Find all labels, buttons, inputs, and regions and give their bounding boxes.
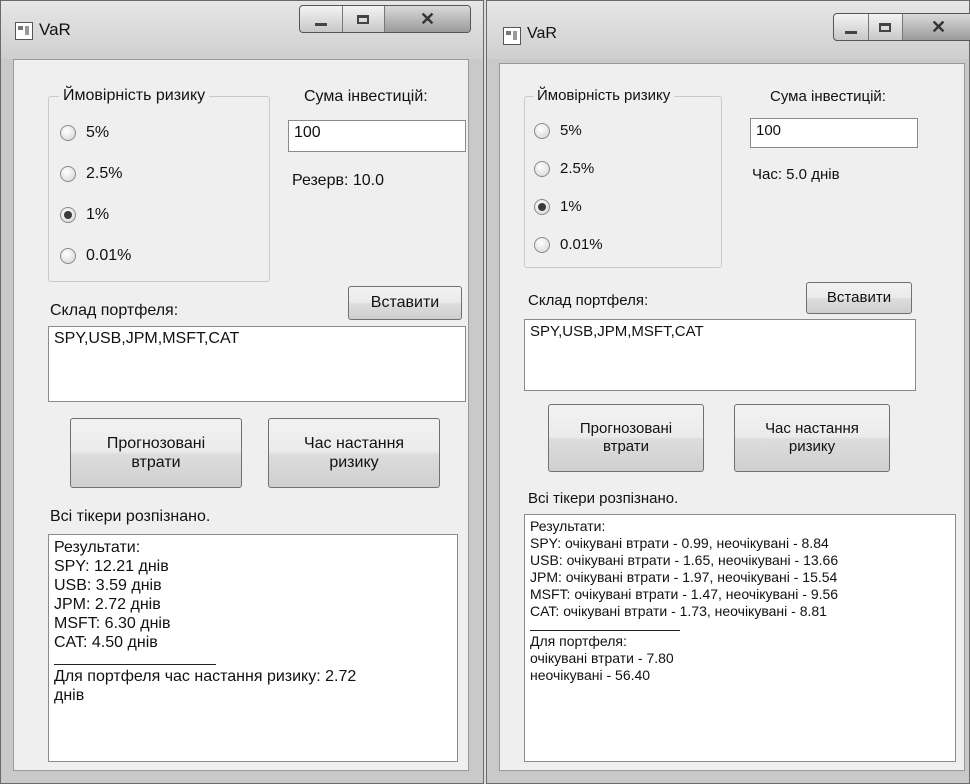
- close-button[interactable]: ✕: [385, 6, 470, 32]
- button-line: Прогнозовані: [106, 434, 206, 452]
- radio-label: 1%: [86, 206, 110, 223]
- radio-risk-2-5[interactable]: 2.5%: [60, 165, 122, 183]
- window-controls: ✕: [833, 13, 970, 41]
- button-line: втрати: [131, 454, 181, 471]
- results-line: Результати:: [530, 518, 606, 534]
- close-icon: ✕: [419, 8, 436, 29]
- minimize-icon: [844, 30, 857, 34]
- window-title: VaR: [39, 20, 71, 39]
- results-summary-line: неочікувані - 56.40: [530, 667, 651, 683]
- paste-button[interactable]: Вставити: [806, 282, 912, 314]
- radio-label: 0.01%: [560, 236, 603, 253]
- results-line: JPM: очікувані втрати - 1.97, неочікуван…: [530, 569, 838, 585]
- window-controls: ✕: [299, 5, 471, 33]
- results-summary-line: Для портфеля час настання ризику: 2.72: [54, 668, 357, 685]
- results-line: MSFT: очікувані втрати - 1.47, неочікува…: [530, 586, 839, 602]
- radio-label: 0.01%: [86, 247, 132, 264]
- close-button[interactable]: ✕: [903, 14, 970, 40]
- radio-risk-1[interactable]: 1%: [534, 198, 582, 215]
- risk-time-button[interactable]: Час настання ризику: [734, 404, 890, 472]
- tickers-status: Всі тікери розпізнано.: [50, 508, 211, 525]
- button-line: втрати: [602, 438, 650, 455]
- button-line: Час настання: [765, 420, 859, 437]
- results-summary-line: днів: [54, 687, 85, 704]
- form-client-area: Ймовірність ризику 5% 2.5% 1% 0.01% Сума…: [499, 63, 965, 771]
- results-summary-line: Для портфеля:: [530, 633, 627, 649]
- maximize-button[interactable]: [869, 14, 904, 40]
- results-output[interactable]: Результати: SPY: 12.21 днів USB: 3.59 дн…: [48, 534, 458, 762]
- investment-label: Сума інвестицій:: [304, 88, 428, 105]
- investment-label: Сума інвестицій:: [770, 88, 886, 105]
- radio-label: 2.5%: [86, 165, 123, 182]
- maximize-icon: [357, 14, 370, 24]
- radio-icon: [534, 236, 550, 253]
- investment-input[interactable]: 100: [750, 118, 918, 148]
- results-line: JPM: 2.72 днів: [54, 596, 161, 613]
- results-line: Результати:: [54, 539, 141, 556]
- minimize-button[interactable]: [300, 6, 343, 32]
- tickers-status: Всі тікери розпізнано.: [528, 490, 679, 507]
- reserve-status: Резерв: 10.0: [292, 172, 384, 189]
- minimize-icon: [314, 22, 327, 26]
- button-line: ризику: [329, 454, 379, 471]
- close-icon: ✕: [930, 16, 947, 37]
- radio-label: 5%: [560, 122, 582, 139]
- results-line: USB: очікувані втрати - 1.65, неочікуван…: [530, 552, 839, 568]
- risk-probability-label: Ймовірність ризику: [533, 87, 675, 104]
- forecast-losses-button[interactable]: Прогнозовані втрати: [70, 418, 242, 488]
- paste-button-label: Вставити: [370, 294, 440, 312]
- app-icon: [15, 22, 33, 40]
- button-line: Час настання: [303, 434, 405, 452]
- title-bar[interactable]: VaR ✕: [1, 1, 483, 59]
- radio-risk-0-01[interactable]: 0.01%: [60, 247, 131, 265]
- results-line: SPY: очікувані втрати - 0.99, неочікуван…: [530, 535, 829, 551]
- radio-icon: [60, 125, 76, 141]
- risk-probability-label: Ймовірність ризику: [59, 87, 210, 105]
- radio-icon: [534, 160, 550, 177]
- radio-risk-2-5[interactable]: 2.5%: [534, 160, 594, 177]
- radio-icon: [60, 166, 76, 182]
- results-line: SPY: 12.21 днів: [54, 558, 169, 575]
- results-line: CAT: очікувані втрати - 1.73, неочікуван…: [530, 603, 827, 619]
- radio-label: 2.5%: [560, 160, 595, 177]
- investment-input[interactable]: 100: [288, 120, 466, 152]
- radio-risk-5[interactable]: 5%: [534, 122, 582, 139]
- results-line: USB: 3.59 днів: [54, 577, 162, 594]
- title-bar[interactable]: VaR ✕: [487, 1, 970, 59]
- radio-label: 5%: [86, 124, 110, 141]
- maximize-icon: [879, 22, 892, 32]
- var-window-right: VaR ✕ Ймовірність ризику 5% 2.5% 1% 0.01…: [486, 0, 970, 784]
- portfolio-label: Склад портфеля:: [50, 302, 179, 319]
- radio-icon: [534, 122, 550, 139]
- app-icon: [503, 27, 521, 45]
- time-status: Час: 5.0 днів: [752, 166, 840, 183]
- button-line: Прогнозовані: [579, 420, 673, 437]
- portfolio-input[interactable]: SPY,USB,JPM,MSFT,CAT: [48, 326, 466, 402]
- forecast-losses-button[interactable]: Прогнозовані втрати: [548, 404, 704, 472]
- button-line: ризику: [788, 438, 836, 455]
- results-summary-line: очікувані втрати - 7.80: [530, 650, 674, 666]
- risk-time-button[interactable]: Час настання ризику: [268, 418, 440, 488]
- var-window-left: VaR ✕ Ймовірність ризику 5% 2.5% 1% 0.01…: [0, 0, 484, 784]
- results-line: CAT: 4.50 днів: [54, 634, 158, 651]
- radio-icon: [60, 248, 76, 264]
- radio-risk-5[interactable]: 5%: [60, 124, 109, 142]
- results-separator: [54, 664, 216, 665]
- paste-button[interactable]: Вставити: [348, 286, 462, 320]
- paste-button-label: Вставити: [826, 289, 892, 306]
- results-separator: [530, 630, 680, 631]
- portfolio-label: Склад портфеля:: [528, 292, 649, 309]
- radio-label: 1%: [560, 198, 582, 215]
- portfolio-input[interactable]: SPY,USB,JPM,MSFT,CAT: [524, 319, 916, 391]
- radio-risk-0-01[interactable]: 0.01%: [534, 236, 603, 253]
- results-output[interactable]: Результати: SPY: очікувані втрати - 0.99…: [524, 514, 956, 762]
- maximize-button[interactable]: [343, 6, 385, 32]
- results-line: MSFT: 6.30 днів: [54, 615, 171, 632]
- minimize-button[interactable]: [834, 14, 869, 40]
- window-title: VaR: [527, 25, 557, 42]
- radio-selected-icon: [60, 207, 76, 223]
- radio-selected-icon: [534, 198, 550, 215]
- form-client-area: Ймовірність ризику 5% 2.5% 1% 0.01% Сума…: [13, 59, 469, 771]
- radio-risk-1[interactable]: 1%: [60, 206, 109, 224]
